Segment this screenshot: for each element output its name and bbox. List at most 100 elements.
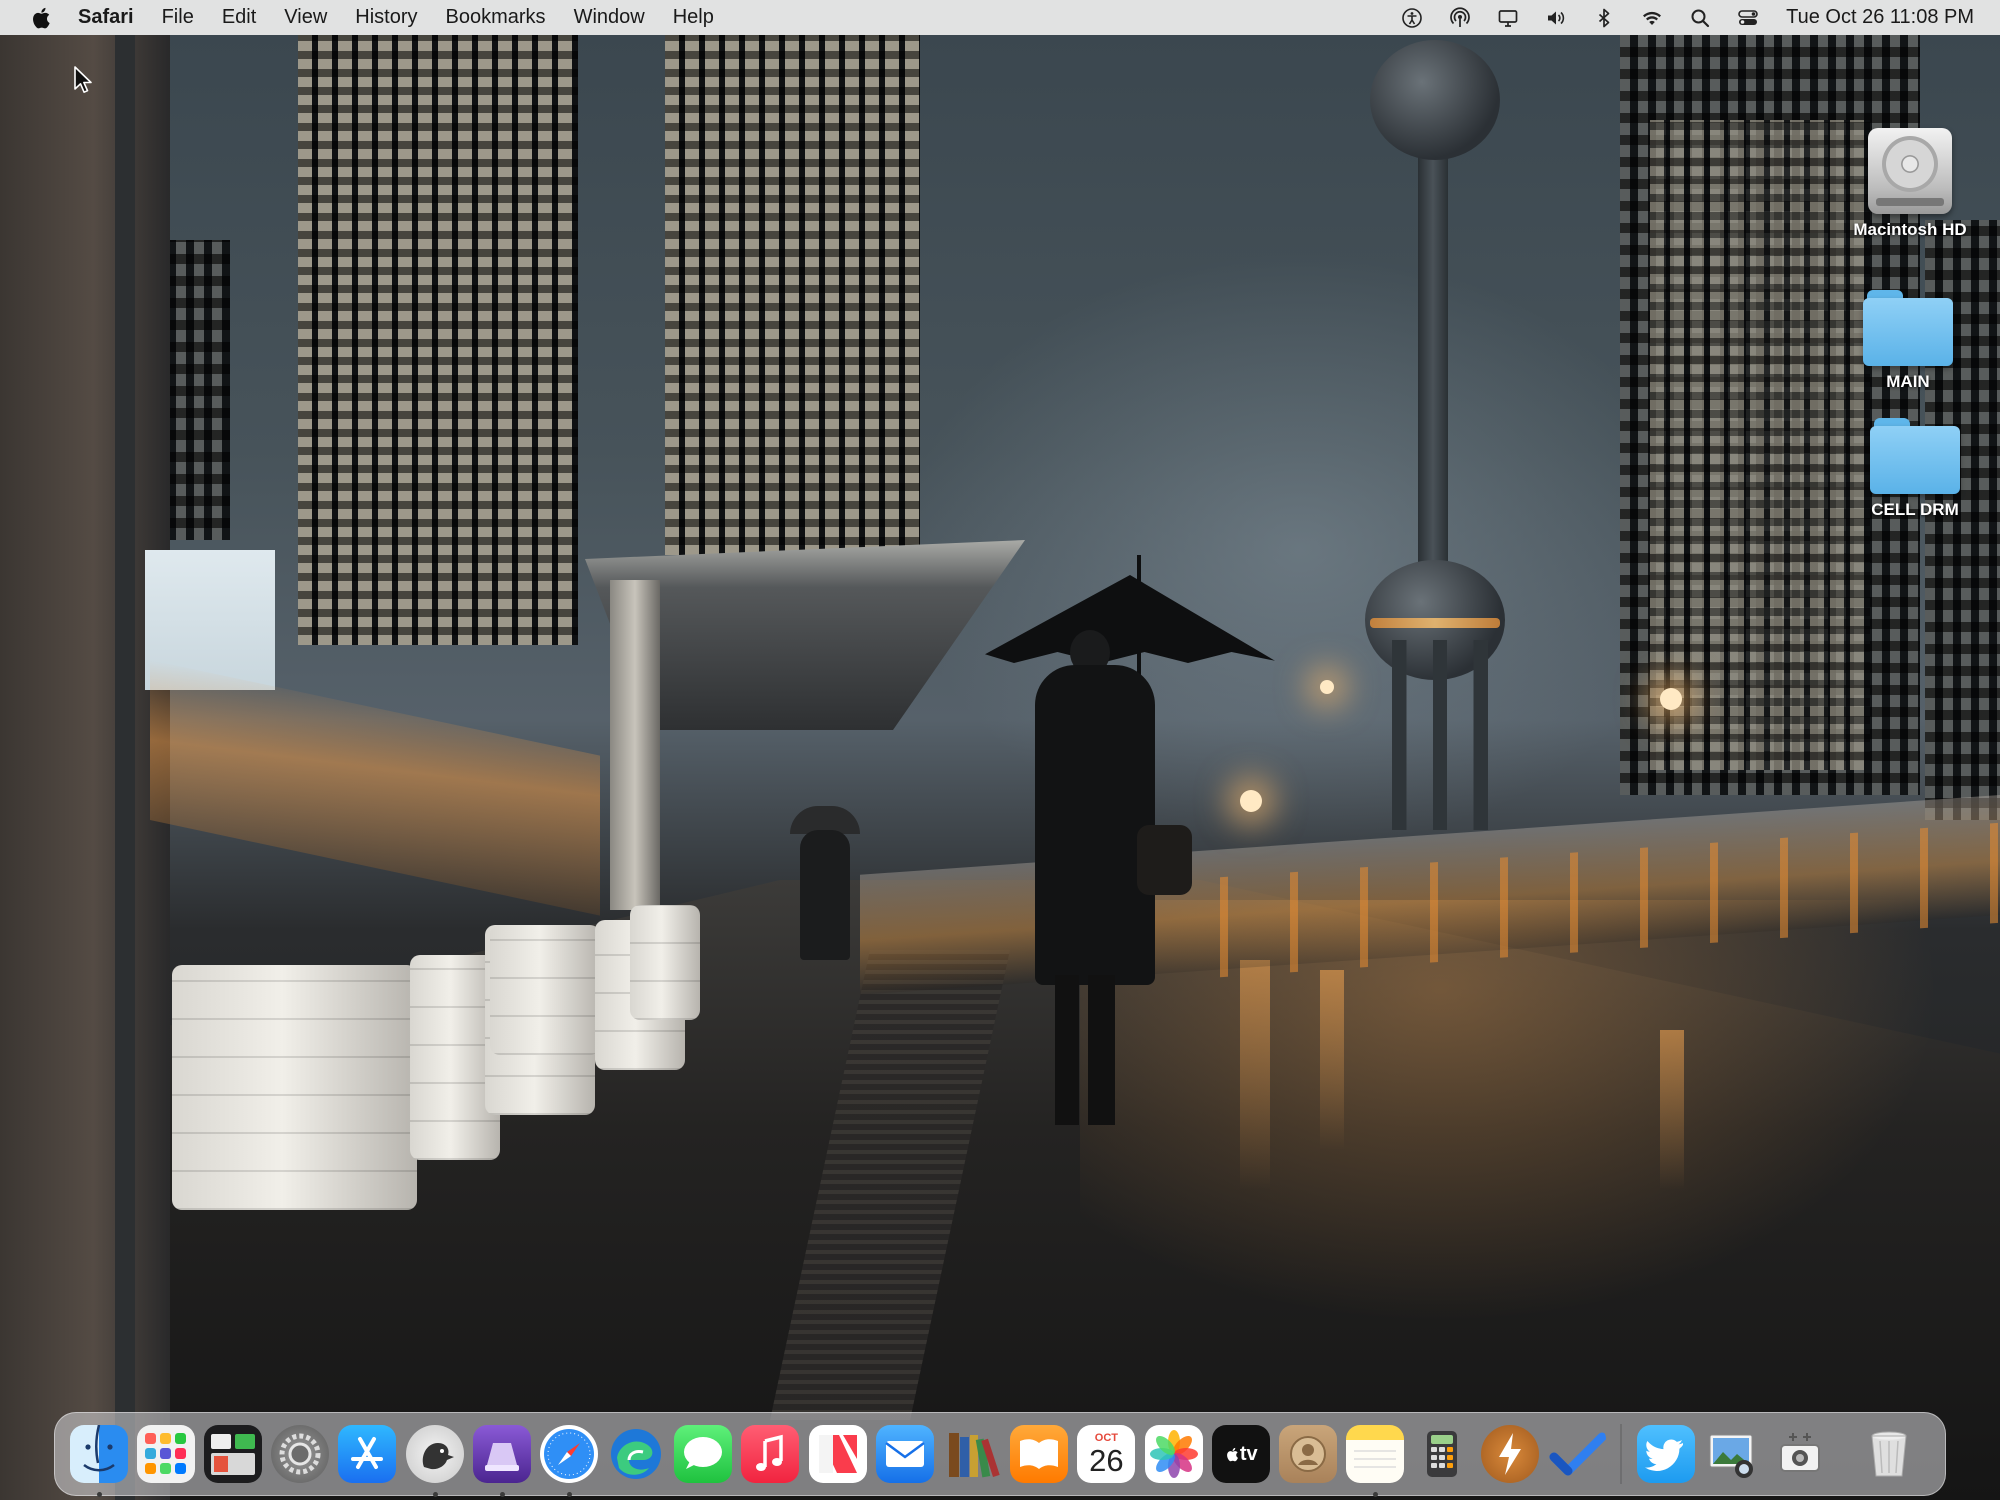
pedestrian-silhouette bbox=[1025, 630, 1192, 1135]
desktop-icon-label: MAIN bbox=[1886, 372, 1930, 391]
dock-app-calendar[interactable]: OCT 26 bbox=[1073, 1421, 1139, 1487]
mouse-pointer-icon bbox=[74, 66, 92, 93]
finder-icon bbox=[69, 1425, 128, 1483]
street-lamp bbox=[1660, 688, 1682, 710]
canopy-post bbox=[610, 580, 660, 910]
dock-app-mission-control[interactable] bbox=[200, 1421, 266, 1487]
dock-app-preview[interactable] bbox=[1700, 1421, 1766, 1487]
running-indicator bbox=[566, 1492, 572, 1497]
planter bbox=[630, 905, 700, 1020]
lightning-icon bbox=[1480, 1425, 1539, 1483]
planter bbox=[172, 965, 417, 1210]
menu-bookmarks[interactable]: Bookmarks bbox=[432, 0, 560, 35]
app-menu-safari[interactable]: Safari bbox=[64, 0, 148, 35]
tower-sphere bbox=[1370, 40, 1500, 160]
twitter-bird-icon bbox=[1636, 1425, 1695, 1483]
mission-control-icon bbox=[203, 1425, 262, 1483]
accessibility-icon[interactable] bbox=[1388, 0, 1436, 35]
desktop-wallpaper bbox=[0, 0, 2000, 1500]
mail-icon bbox=[875, 1425, 934, 1483]
desktop-icon-macintosh-hd[interactable]: Macintosh HD bbox=[1840, 128, 1980, 240]
desktop-icon-main[interactable]: MAIN bbox=[1838, 290, 1978, 392]
dock-app-notes[interactable] bbox=[1342, 1421, 1408, 1497]
dock-app-messages[interactable] bbox=[670, 1421, 736, 1487]
control-center-icon[interactable] bbox=[1724, 0, 1772, 35]
menu-history[interactable]: History bbox=[341, 0, 431, 35]
dock-trash[interactable] bbox=[1856, 1421, 1922, 1487]
status-area: Tue Oct 26 11:08 PM bbox=[1388, 0, 2000, 35]
apple-tv-icon: tv bbox=[1211, 1425, 1270, 1483]
dock-app-safari[interactable] bbox=[536, 1421, 602, 1497]
display-icon[interactable] bbox=[1484, 0, 1532, 35]
cyberduck-icon bbox=[405, 1425, 464, 1483]
purple-drive-icon bbox=[472, 1425, 531, 1483]
dock-app-mail[interactable] bbox=[872, 1421, 938, 1487]
volume-icon[interactable] bbox=[1532, 0, 1580, 35]
menu-bar: Safari File Edit View History Bookmarks … bbox=[0, 0, 2000, 35]
tower-light-ring bbox=[1370, 618, 1500, 628]
dock-app-system-preferences[interactable] bbox=[267, 1421, 333, 1487]
airdrop-icon[interactable] bbox=[1436, 0, 1484, 35]
menu-bar-clock[interactable]: Tue Oct 26 11:08 PM bbox=[1786, 6, 1974, 29]
pedestrian-coat bbox=[1035, 665, 1155, 985]
desktop-icon-cell-drm[interactable]: CELL DRM bbox=[1845, 418, 1985, 520]
photos-icon bbox=[1144, 1425, 1203, 1483]
dock-app-screenshot[interactable] bbox=[1767, 1421, 1833, 1487]
menu-view[interactable]: View bbox=[270, 0, 341, 35]
street-lamp bbox=[1240, 790, 1262, 812]
launchpad-icon bbox=[136, 1425, 195, 1483]
light-reflection bbox=[1660, 1030, 1684, 1190]
messages-icon bbox=[674, 1425, 733, 1483]
sky-glow bbox=[900, 250, 1700, 850]
pedestrian-legs bbox=[1055, 975, 1115, 1125]
safari-compass-icon bbox=[539, 1425, 598, 1483]
dock-app-finder[interactable] bbox=[66, 1421, 132, 1497]
app-store-icon bbox=[338, 1425, 397, 1483]
dock-app-purple-drive[interactable] bbox=[469, 1421, 535, 1497]
music-icon bbox=[741, 1425, 800, 1483]
edge-icon bbox=[607, 1425, 665, 1483]
dock-app-books[interactable] bbox=[1006, 1421, 1072, 1487]
wall bbox=[0, 35, 170, 1500]
wifi-icon[interactable] bbox=[1628, 0, 1676, 35]
dock-app-calibre[interactable] bbox=[939, 1421, 1005, 1487]
hard-drive-icon bbox=[1868, 128, 1952, 214]
building bbox=[1650, 120, 1870, 770]
dock-app-photos[interactable] bbox=[1141, 1421, 1207, 1487]
news-icon bbox=[808, 1425, 867, 1483]
bluetooth-icon[interactable] bbox=[1580, 0, 1628, 35]
dock-app-calculator[interactable] bbox=[1409, 1421, 1475, 1487]
dock-app-twitter[interactable] bbox=[1633, 1421, 1699, 1487]
menu-file[interactable]: File bbox=[148, 0, 208, 35]
apple-menu-icon[interactable] bbox=[20, 5, 60, 31]
calculator-icon bbox=[1413, 1425, 1471, 1483]
running-indicator bbox=[96, 1492, 102, 1497]
dock-app-edge[interactable] bbox=[603, 1421, 669, 1487]
dock-app-cyberduck[interactable] bbox=[402, 1421, 468, 1497]
calibre-books-icon bbox=[943, 1425, 1001, 1483]
menu-edit[interactable]: Edit bbox=[208, 0, 270, 35]
pedestrian-bag bbox=[1137, 825, 1192, 895]
folder-icon bbox=[1863, 290, 1953, 366]
dock-separator bbox=[1620, 1424, 1623, 1484]
screenshot-icon bbox=[1771, 1425, 1829, 1483]
street-lamp bbox=[1320, 680, 1334, 694]
menu-window[interactable]: Window bbox=[560, 0, 659, 35]
dock-app-tasks[interactable] bbox=[1544, 1421, 1610, 1487]
dock: OCT 26 tv bbox=[54, 1412, 1946, 1497]
building bbox=[665, 35, 920, 555]
dock-app-apple-tv[interactable]: tv bbox=[1208, 1421, 1274, 1487]
dock-app-contacts[interactable] bbox=[1275, 1421, 1341, 1487]
dock-app-music[interactable] bbox=[737, 1421, 803, 1487]
dock-app-reeder[interactable] bbox=[1477, 1421, 1543, 1487]
contacts-icon bbox=[1278, 1425, 1337, 1483]
distant-pedestrian bbox=[800, 830, 850, 960]
dock-app-app-store[interactable] bbox=[334, 1421, 400, 1487]
building bbox=[298, 35, 578, 645]
settings-gear-icon bbox=[271, 1425, 330, 1483]
menu-help[interactable]: Help bbox=[659, 0, 728, 35]
dock-app-launchpad[interactable] bbox=[133, 1421, 199, 1487]
dock-app-news[interactable] bbox=[805, 1421, 871, 1487]
spotlight-search-icon[interactable] bbox=[1676, 0, 1724, 35]
calendar-icon: OCT 26 bbox=[1077, 1425, 1136, 1483]
